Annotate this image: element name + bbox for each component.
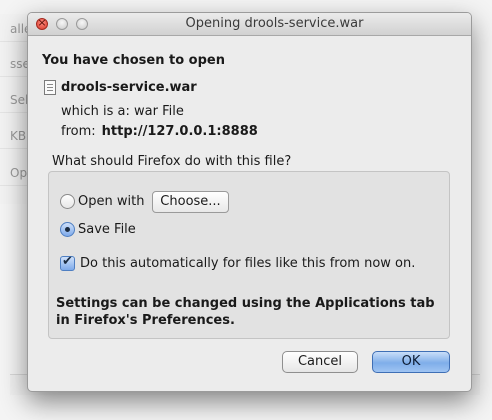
auto-action-checkbox[interactable] (60, 254, 75, 271)
open-file-dialog: Opening drools-service.war You have chos… (27, 12, 472, 392)
cancel-button[interactable]: Cancel (282, 351, 358, 373)
save-file-radio[interactable] (60, 222, 75, 237)
title-bar[interactable]: Opening drools-service.war (28, 13, 471, 36)
open-with-radio[interactable] (60, 194, 75, 209)
source-row: from: http://127.0.0.1:8888 (61, 124, 258, 139)
action-question: What should Firefox do with this file? (52, 154, 292, 169)
source-host: http://127.0.0.1:8888 (101, 124, 258, 139)
choose-application-button[interactable]: Choose... (152, 191, 229, 213)
file-type-row: which is a: war File (61, 104, 184, 119)
auto-action-label[interactable]: Do this automatically for files like thi… (80, 256, 415, 271)
file-type-label: which is a: (61, 104, 130, 119)
settings-note: Settings can be changed using the Applic… (56, 296, 435, 328)
ok-button[interactable]: OK (372, 351, 450, 373)
save-file-label[interactable]: Save File (78, 222, 136, 237)
document-icon (44, 80, 56, 95)
file-type-value: war File (134, 104, 184, 119)
window-title: Opening drools-service.war (185, 16, 364, 31)
file-name: drools-service.war (61, 80, 197, 95)
source-label: from: (61, 124, 96, 139)
dialog-heading: You have chosen to open (42, 53, 225, 68)
open-with-label[interactable]: Open with (78, 194, 144, 209)
